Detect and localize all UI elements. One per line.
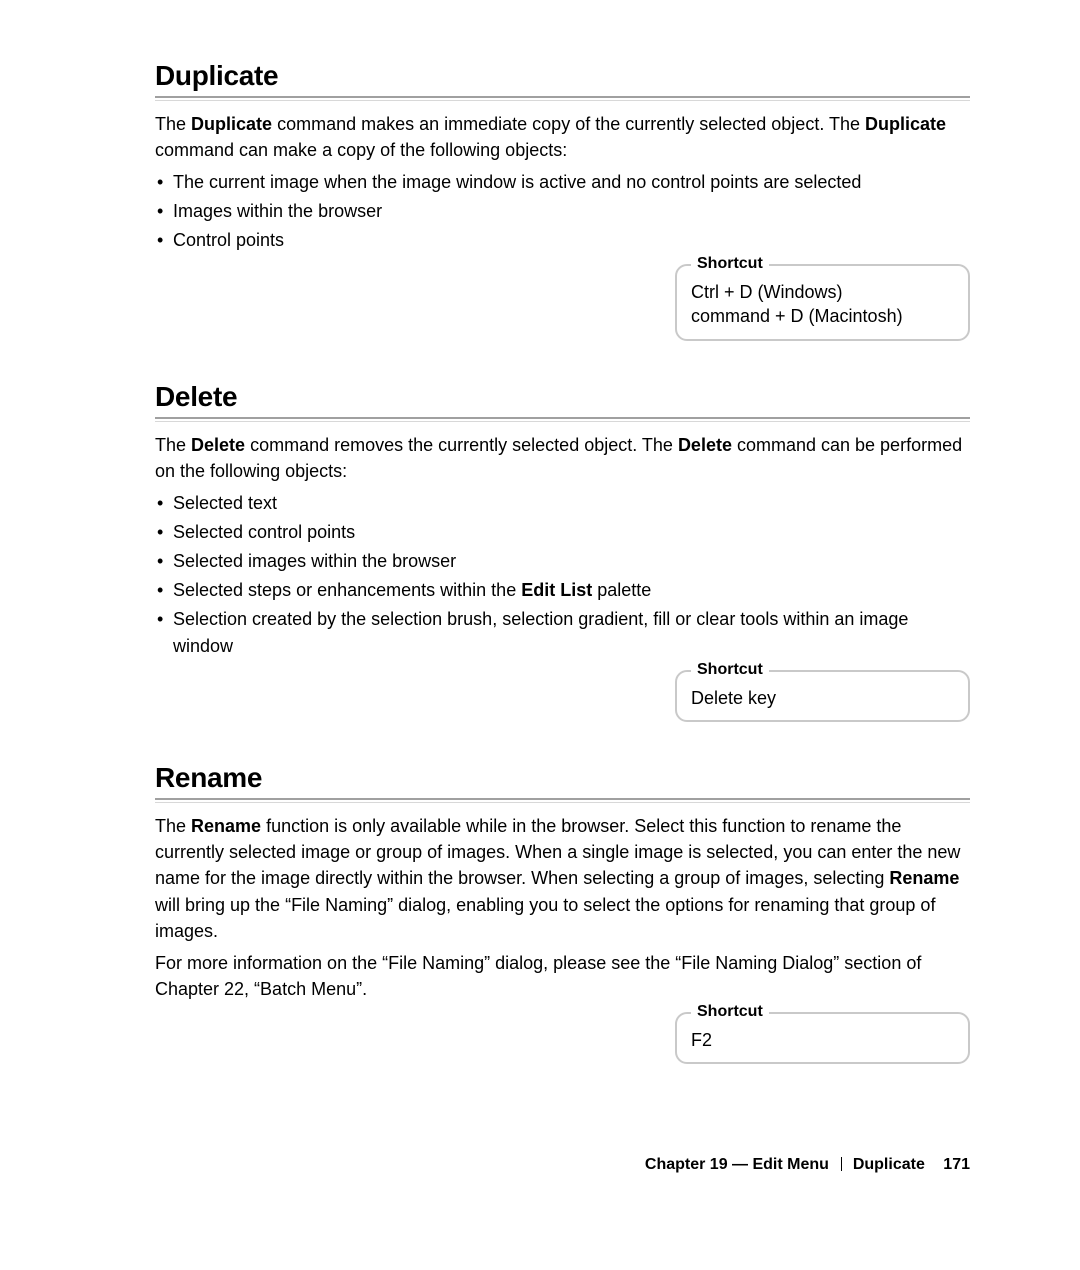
shortcut-box-duplicate: Shortcut Ctrl + D (Windows) command + D … [675,264,970,341]
text: command makes an immediate copy of the c… [272,114,865,134]
list-item: Selected images within the browser [155,548,970,575]
list-item: Selection created by the selection brush… [155,606,970,660]
heading-rule [155,798,970,803]
text: function is only available while in the … [155,816,960,888]
text-bold: Rename [191,816,261,836]
text: The [155,816,191,836]
footer-page-number: 171 [943,1156,970,1173]
shortcut-line: Delete key [691,686,954,710]
heading-rule [155,417,970,422]
duplicate-bullets: The current image when the image window … [155,169,970,254]
shortcut-line: command + D (Macintosh) [691,304,954,328]
text-bold: Duplicate [191,114,272,134]
text: command can make a copy of the following… [155,140,567,160]
delete-intro: The Delete command removes the currently… [155,432,970,484]
text-bold: Delete [678,435,732,455]
text: command removes the currently selected o… [245,435,678,455]
text: palette [592,580,651,600]
footer-crumb: Duplicate [853,1156,925,1173]
text: Selected steps or enhancements within th… [173,580,521,600]
section-heading-duplicate: Duplicate [155,60,970,92]
shortcut-box-delete: Shortcut Delete key [675,670,970,722]
page-footer: Chapter 19 — Edit Menu Duplicate 171 [645,1156,970,1174]
list-item: Images within the browser [155,198,970,225]
list-item: Control points [155,227,970,254]
footer-separator [841,1157,842,1171]
list-item: The current image when the image window … [155,169,970,196]
list-item: Selected text [155,490,970,517]
list-item: Selected steps or enhancements within th… [155,577,970,604]
text-bold: Duplicate [865,114,946,134]
shortcut-container: Shortcut Ctrl + D (Windows) command + D … [155,264,970,341]
text: The [155,435,191,455]
rename-para2: For more information on the “File Naming… [155,950,970,1002]
shortcut-line: Ctrl + D (Windows) [691,280,954,304]
section-heading-delete: Delete [155,381,970,413]
footer-chapter: Chapter 19 — Edit Menu [645,1156,829,1173]
text-bold: Edit List [521,580,592,600]
section-heading-rename: Rename [155,762,970,794]
text: The [155,114,191,134]
shortcut-container: Shortcut F2 [155,1012,970,1064]
list-item: Selected control points [155,519,970,546]
duplicate-intro: The Duplicate command makes an immediate… [155,111,970,163]
shortcut-label: Shortcut [691,1003,769,1021]
text-bold: Delete [191,435,245,455]
page-body: Duplicate The Duplicate command makes an… [0,0,1080,1064]
shortcut-line: F2 [691,1028,954,1052]
text-bold: Rename [889,868,959,888]
text: will bring up the “File Naming” dialog, … [155,895,935,941]
heading-rule [155,96,970,101]
delete-bullets: Selected text Selected control points Se… [155,490,970,660]
shortcut-container: Shortcut Delete key [155,670,970,722]
shortcut-label: Shortcut [691,661,769,679]
shortcut-box-rename: Shortcut F2 [675,1012,970,1064]
rename-para1: The Rename function is only available wh… [155,813,970,943]
shortcut-label: Shortcut [691,255,769,273]
